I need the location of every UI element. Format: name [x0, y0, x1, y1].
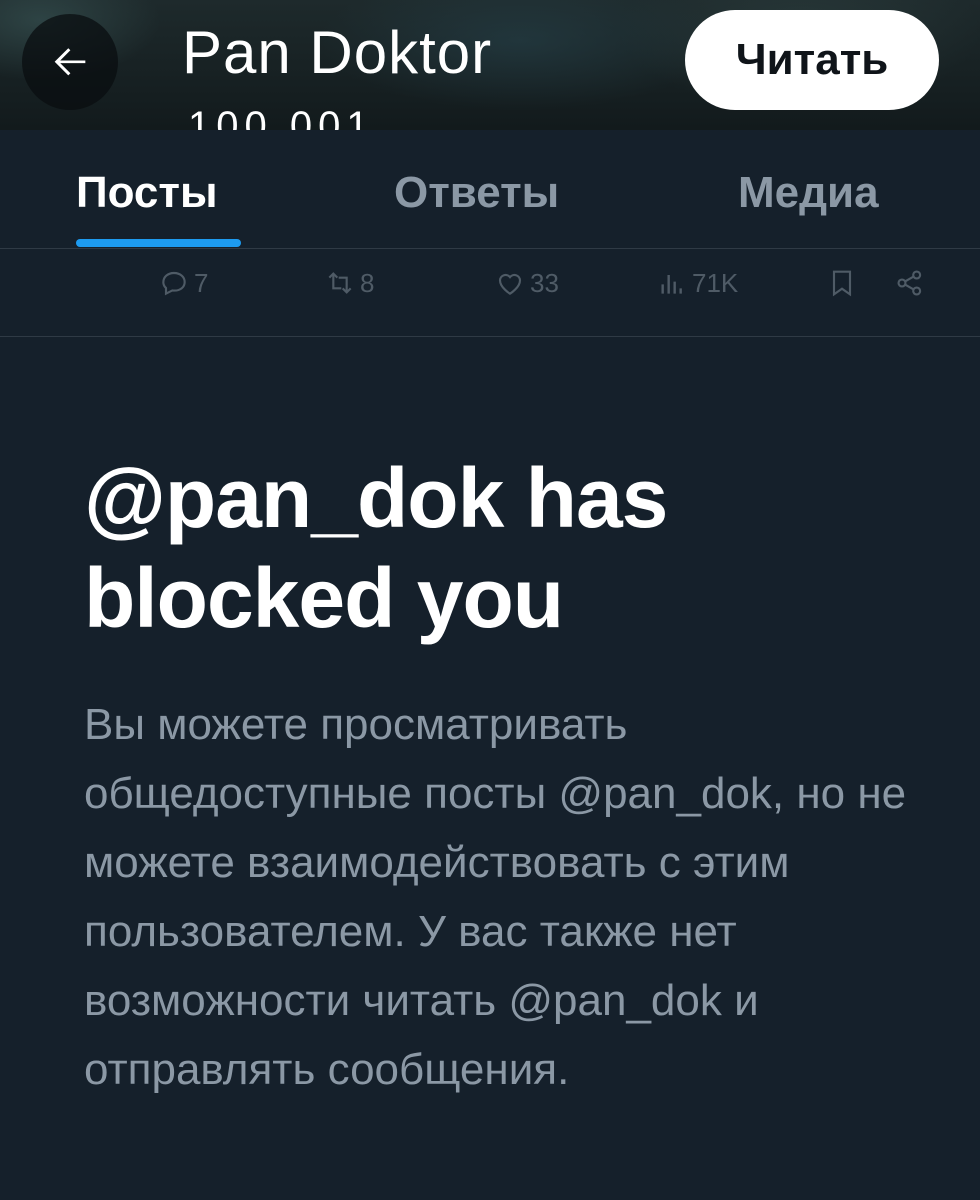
blocked-title: @pan_dok has blocked you — [84, 451, 668, 645]
profile-name: Pan Doktor — [182, 19, 493, 86]
tab-replies[interactable]: Ответы — [394, 168, 559, 218]
profile-tabs: Посты Ответы Медиа — [0, 130, 980, 249]
views-icon — [661, 275, 682, 294]
like-count: 33 — [530, 267, 559, 298]
reply-count: 7 — [194, 267, 209, 298]
repost-action[interactable]: 8 — [324, 267, 374, 299]
tab-posts[interactable]: Посты — [76, 168, 218, 218]
views-count: 71K — [692, 267, 739, 298]
bookmark-icon — [832, 270, 852, 297]
repost-icon — [328, 272, 352, 294]
post-action-bar: 7 8 33 71K — [0, 249, 980, 337]
profile-page: Pan Doktor 100 001 Читать Посты Ответы М… — [0, 0, 980, 1200]
follow-button[interactable]: Читать — [685, 10, 939, 110]
repost-count: 8 — [360, 267, 375, 298]
views-action[interactable]: 71K — [656, 267, 738, 299]
back-button[interactable] — [22, 14, 118, 110]
share-icon — [897, 270, 922, 296]
tab-media[interactable]: Медиа — [738, 168, 879, 218]
heart-icon — [498, 273, 522, 295]
post-count: 100 001 — [188, 104, 375, 130]
reply-icon — [162, 271, 186, 296]
bookmark-action[interactable] — [826, 267, 862, 299]
like-action[interactable]: 33 — [494, 267, 559, 299]
reply-action[interactable]: 7 — [158, 267, 208, 299]
blocked-description: Вы можете просматривать общедоступные по… — [84, 700, 907, 1094]
arrow-left-icon — [54, 48, 86, 76]
share-action[interactable] — [894, 267, 930, 299]
profile-header: Pan Doktor 100 001 Читать — [0, 0, 980, 130]
active-tab-indicator — [76, 239, 241, 247]
